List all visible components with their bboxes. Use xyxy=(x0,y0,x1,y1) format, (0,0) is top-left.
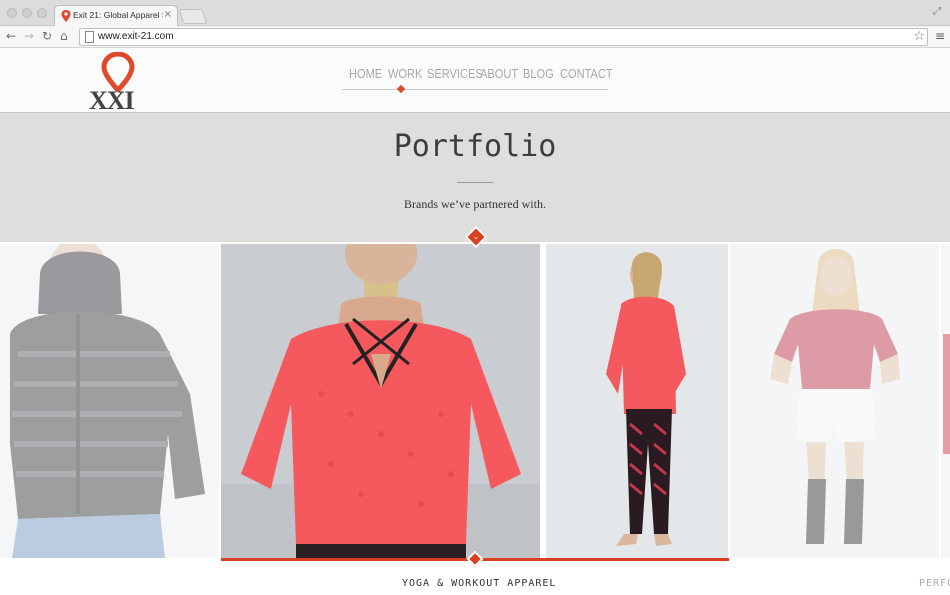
fullscreen-icon[interactable]: ⤢ xyxy=(933,6,941,17)
tab-title: Exit 21: Global Apparel So xyxy=(73,10,163,20)
gallery-photo-soccer-jersey[interactable] xyxy=(730,244,939,558)
url-text[interactable]: www.exit-21.com xyxy=(98,31,174,42)
reload-icon[interactable]: ↻ xyxy=(42,29,52,43)
star-icon[interactable]: ☆ xyxy=(913,29,925,44)
favicon-pin-icon xyxy=(61,10,71,22)
site-logo[interactable]: XXI xyxy=(88,52,148,115)
home-icon[interactable]: ⌂ xyxy=(60,29,68,43)
page-subtitle: Brands we’ve partnered with. xyxy=(404,197,546,211)
gallery-photo-coral-top-leggings[interactable] xyxy=(546,244,728,558)
nav-services[interactable]: SERVICES xyxy=(427,66,483,81)
tab-close-icon[interactable]: × xyxy=(164,9,172,20)
page-icon xyxy=(85,31,94,43)
maximize-window-button[interactable] xyxy=(37,8,47,18)
portfolio-hero: Portfolio Brands we’ve partnered with. ⌄ xyxy=(0,112,950,249)
nav-about[interactable]: ABOUT xyxy=(480,66,518,81)
main-nav: HOME WORK SERVICES ABOUT BLOG CONTACT xyxy=(342,66,613,94)
menu-icon[interactable]: ≡ xyxy=(935,29,945,43)
browser-toolbar: ← → ↻ ⌂ www.exit-21.com ☆ ≡ xyxy=(0,26,950,48)
new-tab-button[interactable] xyxy=(178,9,208,24)
site-header: XXI HOME WORK SERVICES ABOUT BLOG CONTAC… xyxy=(0,48,950,115)
forward-arrow-icon[interactable]: → xyxy=(24,29,34,43)
gallery-photo-coral-top-back[interactable] xyxy=(221,244,540,558)
portfolio-gallery xyxy=(0,244,950,568)
chevron-down-icon: ⌄ xyxy=(472,232,480,241)
minimize-window-button[interactable] xyxy=(22,8,32,18)
gallery-photo-next[interactable] xyxy=(941,244,950,558)
active-nav-indicator xyxy=(396,84,406,94)
page-title: Portfolio xyxy=(393,129,557,164)
gallery-caption-active[interactable]: YOGA & WORKOUT APPAREL xyxy=(402,578,556,589)
title-divider xyxy=(457,182,493,183)
back-arrow-icon[interactable]: ← xyxy=(6,29,16,43)
nav-blog[interactable]: BLOG xyxy=(523,66,554,81)
nav-contact[interactable]: CONTACT xyxy=(560,66,613,81)
browser-tab-bar: Exit 21: Global Apparel So × ⤢ xyxy=(0,0,950,26)
nav-home[interactable]: HOME xyxy=(349,66,382,81)
close-window-button[interactable] xyxy=(7,8,17,18)
nav-work[interactable]: WORK xyxy=(388,66,422,81)
browser-tab-active[interactable]: Exit 21: Global Apparel So × xyxy=(54,5,178,26)
address-bar[interactable]: www.exit-21.com ☆ xyxy=(79,28,928,46)
gallery-photo-puffer-jacket[interactable] xyxy=(0,244,219,558)
gallery-caption-next[interactable]: PERFO xyxy=(919,578,950,589)
